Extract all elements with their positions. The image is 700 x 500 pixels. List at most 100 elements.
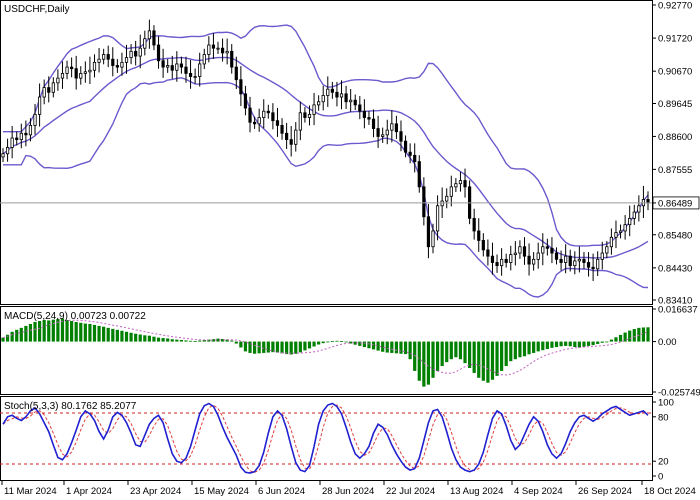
date-tick-label: 13 Aug 2024 bbox=[450, 486, 503, 497]
price-tick-label: 0.84430 bbox=[658, 263, 692, 274]
macd-bar bbox=[371, 341, 376, 350]
candle-body bbox=[275, 120, 280, 126]
candle-body bbox=[15, 137, 19, 140]
macd-bar bbox=[175, 339, 179, 342]
macd-bar bbox=[152, 336, 156, 342]
candle-body bbox=[399, 131, 403, 142]
candle-body bbox=[83, 71, 87, 74]
candle-body bbox=[596, 258, 600, 270]
macd-bar bbox=[527, 341, 531, 355]
date-tick-label: 15 May 2024 bbox=[194, 486, 249, 497]
macd-bar bbox=[294, 341, 298, 354]
date-tick-label: 22 Jul 2024 bbox=[386, 486, 435, 497]
candle-body bbox=[5, 147, 10, 155]
candle-body bbox=[550, 247, 554, 254]
macd-bar bbox=[42, 320, 46, 342]
macd-bar bbox=[193, 340, 197, 342]
macd-bar bbox=[102, 326, 106, 342]
macd-bar bbox=[454, 341, 458, 358]
candle-body bbox=[486, 249, 490, 257]
candle-body bbox=[152, 30, 156, 46]
candle-body bbox=[175, 63, 179, 71]
stochastic-pane[interactable]: Stoch(5,3,3) 80.1762 85.2077 bbox=[0, 396, 653, 481]
candle-body bbox=[106, 54, 110, 60]
chart-title: USDCHF,Daily bbox=[4, 4, 70, 15]
macd-bar bbox=[129, 332, 133, 342]
date-tick-label: 11 Mar 2024 bbox=[4, 486, 57, 497]
macd-bar bbox=[156, 337, 161, 342]
macd-bar bbox=[79, 322, 83, 342]
candle-body bbox=[431, 230, 435, 248]
macd-bar bbox=[591, 341, 595, 346]
candle-body bbox=[367, 117, 371, 120]
macd-bar bbox=[518, 341, 522, 358]
macd-bar bbox=[582, 341, 586, 347]
date-tick-label: 26 Sep 2024 bbox=[578, 486, 632, 497]
candle-body bbox=[435, 205, 440, 232]
macd-bar bbox=[321, 341, 325, 344]
candle-body bbox=[65, 66, 69, 74]
date-tick-label: 1 Apr 2024 bbox=[66, 486, 112, 497]
candle-body bbox=[628, 217, 632, 226]
macd-pane[interactable]: MACD(5,24,9) 0.00723 0.00722 bbox=[0, 306, 653, 395]
candle-body bbox=[10, 137, 14, 148]
macd-bar bbox=[19, 327, 23, 342]
candle-body bbox=[614, 232, 618, 238]
macd-bar bbox=[252, 341, 257, 354]
macd-bar bbox=[614, 337, 618, 342]
candle-body bbox=[518, 246, 522, 254]
macd-bar bbox=[609, 339, 614, 342]
candle-body bbox=[408, 151, 412, 156]
macd-bar bbox=[536, 341, 540, 352]
candle-body bbox=[376, 128, 380, 137]
price-tick-label: 0.86489 bbox=[658, 198, 692, 209]
time-axis: 11 Mar 2024 1 Apr 2024 23 Apr 2024 15 May 2… bbox=[1, 481, 696, 497]
macd-bar bbox=[541, 341, 545, 351]
candle-body bbox=[586, 262, 591, 268]
macd-bar bbox=[486, 341, 490, 383]
macd-bar bbox=[564, 341, 568, 346]
candle-body bbox=[500, 258, 504, 267]
macd-bar bbox=[10, 331, 14, 342]
macd-bar bbox=[15, 329, 19, 342]
macd-bar bbox=[490, 341, 495, 380]
macd-bar bbox=[362, 341, 366, 348]
candle-body bbox=[252, 121, 257, 125]
candle-body bbox=[289, 139, 293, 145]
macd-bar bbox=[266, 341, 270, 353]
candle-body bbox=[111, 58, 115, 66]
candle-body bbox=[504, 258, 508, 263]
macd-bar bbox=[545, 341, 549, 350]
candle-body bbox=[381, 134, 385, 137]
candle-body bbox=[234, 66, 238, 81]
macd-bar bbox=[573, 341, 577, 348]
candle-body bbox=[344, 93, 348, 103]
candle-body bbox=[527, 255, 531, 265]
date-tick-label: 4 Sep 2024 bbox=[514, 486, 563, 497]
candle-body bbox=[426, 216, 431, 248]
candle-body bbox=[28, 124, 33, 136]
macd-bar bbox=[577, 341, 581, 348]
macd-bar bbox=[472, 341, 476, 373]
candle-body bbox=[463, 180, 467, 188]
macd-bar bbox=[513, 341, 517, 360]
candle-body bbox=[490, 255, 495, 263]
candle-body bbox=[591, 266, 595, 270]
candle-body bbox=[184, 66, 188, 74]
candle-body bbox=[216, 47, 220, 50]
price-pane[interactable]: USDCHF,Daily bbox=[0, 0, 653, 305]
candle-body bbox=[60, 72, 65, 79]
macd-bar bbox=[431, 341, 435, 378]
candle-body bbox=[1, 153, 5, 158]
date-tick-label: 23 Apr 2024 bbox=[130, 486, 181, 497]
candle-body bbox=[202, 54, 206, 65]
candle-body bbox=[143, 38, 147, 49]
macd-bar bbox=[115, 329, 119, 342]
candle-body bbox=[70, 66, 74, 70]
macd-bar bbox=[495, 341, 499, 376]
candle-body bbox=[559, 258, 563, 263]
candle-body bbox=[19, 132, 23, 140]
macd-bar bbox=[335, 340, 339, 342]
candle-body bbox=[51, 82, 55, 93]
candle-body bbox=[307, 113, 312, 118]
